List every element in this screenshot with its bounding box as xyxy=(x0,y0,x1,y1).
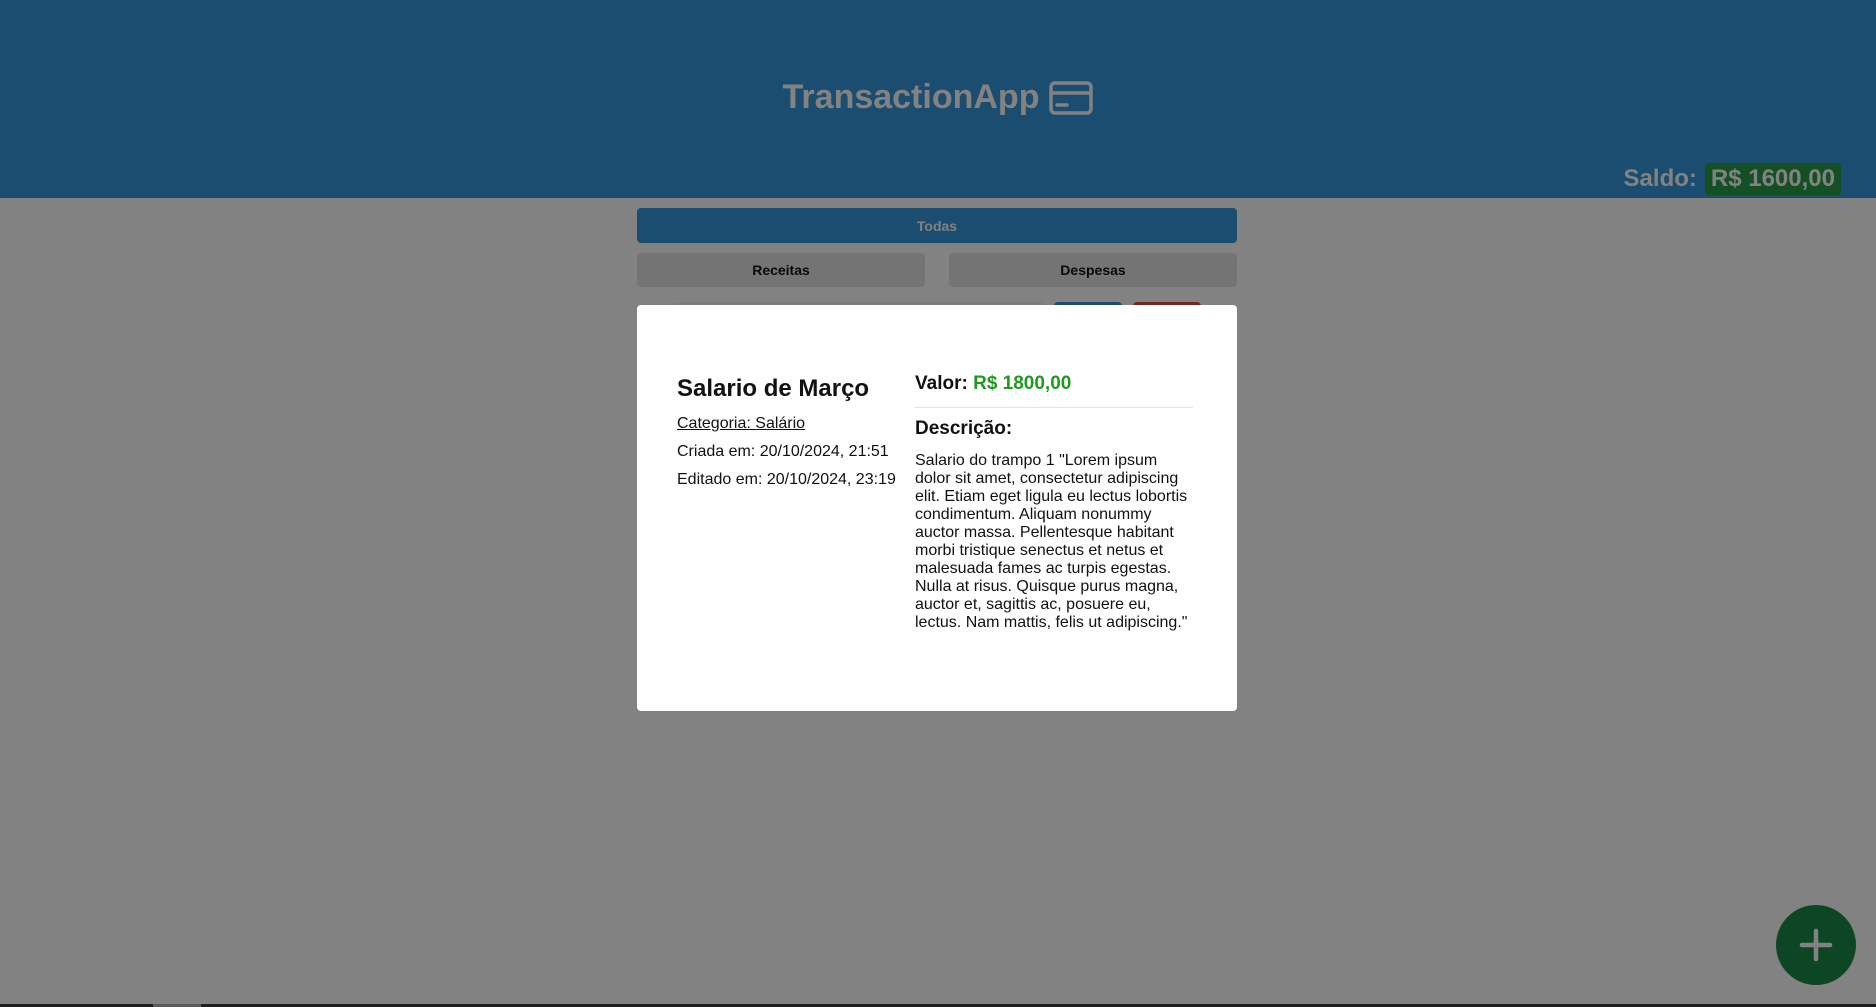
transaction-details: Valor: R$ 1800,00 Descrição: Salario do … xyxy=(915,373,1193,632)
description-text: Salario do trampo 1 "Lorem ipsum dolor s… xyxy=(915,452,1188,631)
app-root: TransactionApp Saldo: R$ 1600,00 Todas R… xyxy=(0,0,1876,1007)
created-date: Criada em: 20/10/2024, 21:51 xyxy=(677,443,889,460)
value-row: Valor: R$ 1800,00 xyxy=(915,373,1193,408)
transaction-detail-modal: Salario de Março Categoria: Salário Cria… xyxy=(637,305,1237,711)
edited-date: Editado em: 20/10/2024, 23:19 xyxy=(677,471,896,488)
value-amount: R$ 1800,00 xyxy=(973,373,1072,394)
description-heading: Descrição: xyxy=(915,418,1013,439)
transaction-title: Salario de Março xyxy=(677,375,870,402)
transaction-summary: Salario de Março Categoria: Salário Cria… xyxy=(677,375,907,489)
transaction-category-link[interactable]: Categoria: Salário xyxy=(677,415,805,433)
value-label: Valor: xyxy=(915,373,968,394)
